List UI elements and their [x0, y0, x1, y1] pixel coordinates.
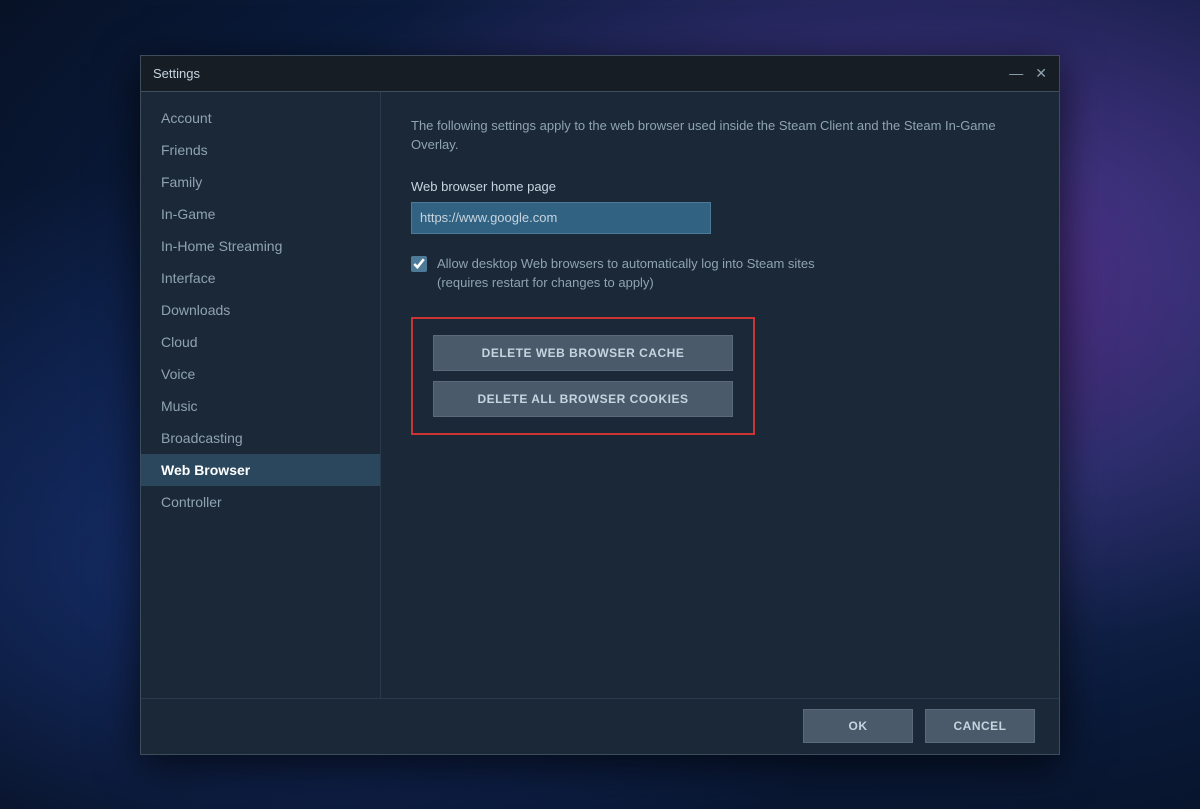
cancel-button[interactable]: CANCEL: [925, 709, 1035, 743]
homepage-label: Web browser home page: [411, 179, 1029, 194]
delete-cache-button[interactable]: DELETE WEB BROWSER CACHE: [433, 335, 733, 371]
sidebar-item-cloud[interactable]: Cloud: [141, 326, 380, 358]
auto-login-checkbox-wrapper[interactable]: [411, 256, 427, 277]
sidebar-item-friends[interactable]: Friends: [141, 134, 380, 166]
sidebar-item-controller[interactable]: Controller: [141, 486, 380, 518]
dialog-body: Account Friends Family In-Game In-Home S…: [141, 92, 1059, 698]
sidebar-item-voice[interactable]: Voice: [141, 358, 380, 390]
sidebar-item-downloads[interactable]: Downloads: [141, 294, 380, 326]
sidebar-item-account[interactable]: Account: [141, 102, 380, 134]
sidebar-item-broadcasting[interactable]: Broadcasting: [141, 422, 380, 454]
dialog-footer: OK CANCEL: [141, 698, 1059, 754]
sidebar-item-interface[interactable]: Interface: [141, 262, 380, 294]
action-buttons-container: DELETE WEB BROWSER CACHE DELETE ALL BROW…: [411, 317, 755, 435]
dialog-title: Settings: [153, 66, 200, 81]
auto-login-label: Allow desktop Web browsers to automatica…: [437, 254, 815, 293]
ok-button[interactable]: OK: [803, 709, 913, 743]
title-bar: Settings — ✕: [141, 56, 1059, 92]
checkbox-row: Allow desktop Web browsers to automatica…: [411, 254, 1029, 293]
homepage-input[interactable]: [411, 202, 711, 234]
sidebar-item-in-home-streaming[interactable]: In-Home Streaming: [141, 230, 380, 262]
settings-dialog: Settings — ✕ Account Friends Family In-G…: [140, 55, 1060, 755]
sidebar-item-web-browser[interactable]: Web Browser: [141, 454, 380, 486]
sidebar: Account Friends Family In-Game In-Home S…: [141, 92, 381, 698]
auto-login-checkbox[interactable]: [411, 256, 427, 272]
minimize-button[interactable]: —: [1009, 66, 1023, 80]
dialog-overlay: Settings — ✕ Account Friends Family In-G…: [0, 0, 1200, 809]
delete-cookies-button[interactable]: DELETE ALL BROWSER COOKIES: [433, 381, 733, 417]
title-bar-controls: — ✕: [1009, 66, 1047, 80]
content-description: The following settings apply to the web …: [411, 116, 1029, 155]
sidebar-item-music[interactable]: Music: [141, 390, 380, 422]
close-button[interactable]: ✕: [1035, 66, 1047, 80]
sidebar-item-family[interactable]: Family: [141, 166, 380, 198]
sidebar-item-in-game[interactable]: In-Game: [141, 198, 380, 230]
content-area: The following settings apply to the web …: [381, 92, 1059, 698]
